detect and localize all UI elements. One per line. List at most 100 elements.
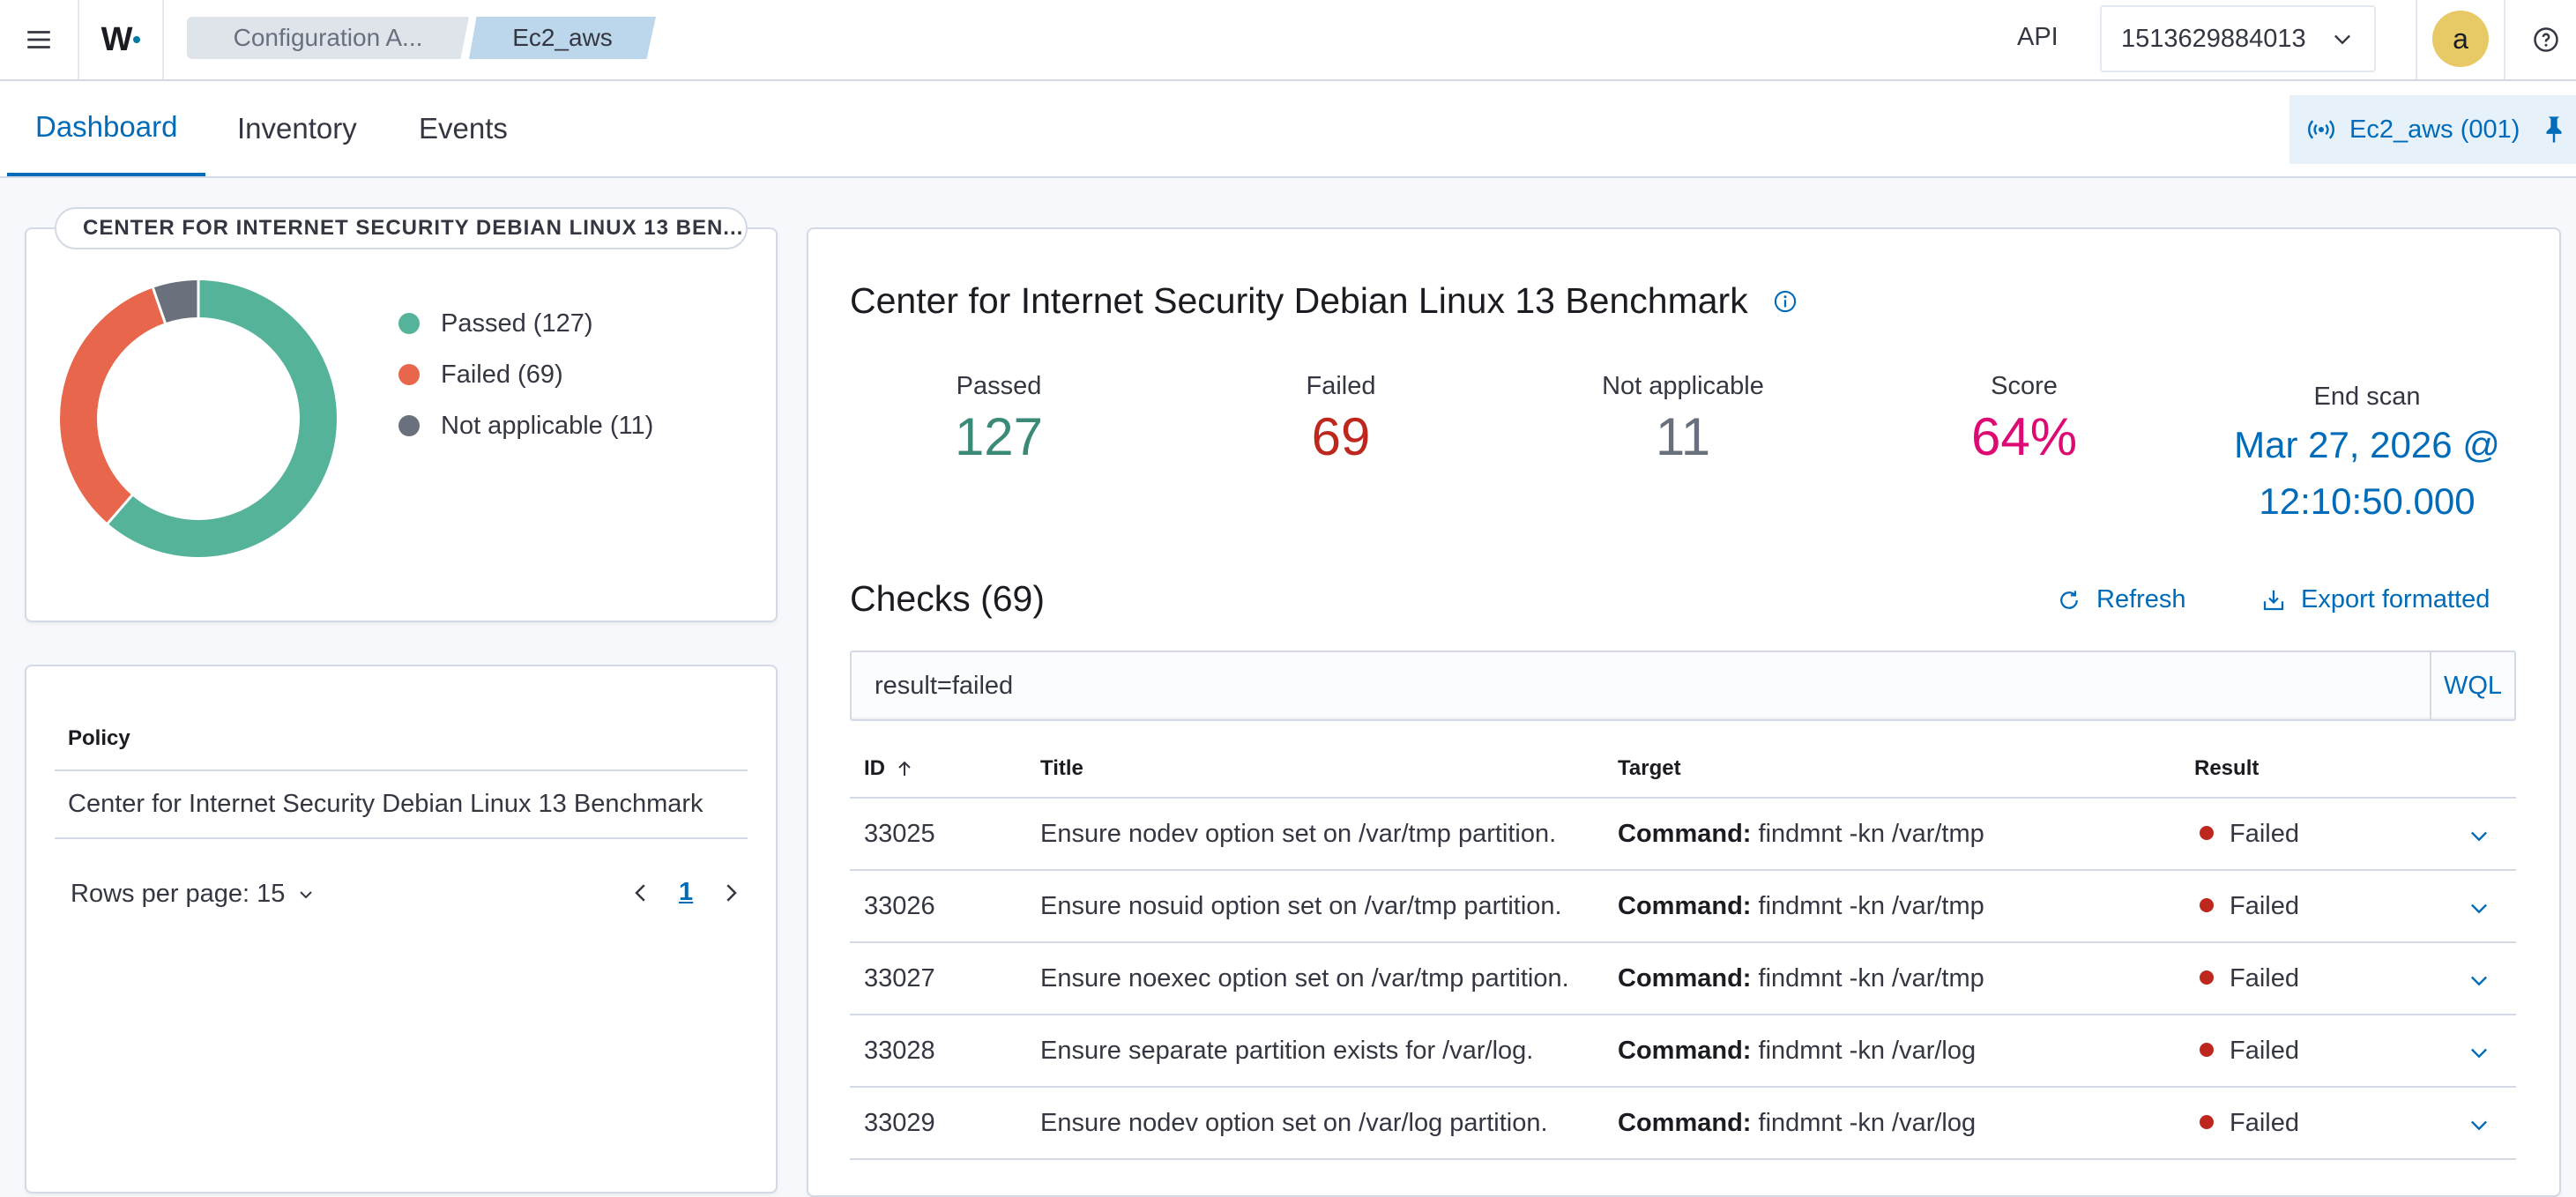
target-value: findmnt -kn /var/log [1758,1109,1977,1137]
agent-pill[interactable]: Ec2_aws (001) [2289,95,2576,164]
wql-button[interactable]: WQL [2430,652,2514,719]
menu-button[interactable] [0,0,79,79]
breadcrumb-agent[interactable]: Ec2_aws [469,17,656,59]
user-avatar[interactable]: a [2432,11,2489,67]
legend-dot-icon [398,364,420,385]
tab-dashboard[interactable]: Dashboard [7,81,206,176]
column-header-result[interactable]: Result [2194,756,2259,781]
table-row[interactable]: 33025 Ensure nodev option set on /var/tmp… [850,799,2516,871]
stat-score: Score 64% [1936,372,2112,466]
info-icon[interactable] [1773,289,1798,314]
pin-icon[interactable] [2541,115,2567,145]
page-number[interactable]: 1 [679,878,693,907]
chevron-right-icon[interactable] [718,880,744,906]
result-label: Failed [2230,1109,2299,1137]
legend-item-not-applicable[interactable]: Not applicable (11) [398,400,653,451]
status-dot-icon [2200,826,2214,841]
tab-inventory[interactable]: Inventory [209,81,385,176]
cell-result: Failed [2200,820,2299,849]
home-logo[interactable]: W [79,0,164,79]
target-value: findmnt -kn /var/tmp [1758,892,1984,920]
expand-row-icon[interactable] [2467,968,2491,993]
expand-row-icon[interactable] [2467,896,2491,920]
cell-target: Command: findmnt -kn /var/log [1618,1109,1976,1138]
tab-events[interactable]: Events [391,81,536,176]
table-row[interactable]: 33029 Ensure nodev option set on /var/log… [850,1088,2516,1160]
cell-id: 33028 [864,1037,935,1065]
status-dot-icon [2200,1115,2214,1130]
cell-result: Failed [2200,1037,2299,1066]
summary-panel-title: CENTER FOR INTERNET SECURITY DEBIAN LINU… [55,207,748,249]
legend-item-failed[interactable]: Failed (69) [398,349,653,400]
cell-id: 33026 [864,892,935,920]
stat-label: Score [1991,372,2058,400]
column-header-id[interactable]: ID [864,756,915,781]
search-input[interactable]: result=failed [875,672,1013,701]
hamburger-icon [27,31,50,48]
export-formatted-button[interactable]: Export formatted [2260,585,2490,614]
expand-row-icon[interactable] [2467,1112,2491,1137]
stat-failed: Failed 69 [1253,372,1429,466]
result-label: Failed [2230,820,2299,848]
cell-title: Ensure nosuid option set on /var/tmp par… [1040,892,1562,920]
stat-end-scan: End scan Mar 27, 2026 @ 12:10:50.000 [2222,383,2513,530]
stat-passed: Passed 127 [911,372,1087,466]
table-row[interactable]: 33026 Ensure nosuid option set on /var/tm… [850,871,2516,943]
stat-value: 64% [1970,407,2078,466]
target-key: Command: [1618,1037,1752,1065]
stat-label: End scan [2313,383,2421,411]
signal-icon [2308,120,2334,139]
breadcrumb-configuration[interactable]: Configuration A... [187,17,469,59]
top-bar: W Configuration A... Ec2_aws API 1513629… [0,0,2576,81]
cell-title: Ensure nodev option set on /var/log part… [1040,1109,1548,1137]
chevron-down-icon [2334,34,2350,45]
stat-label: Passed [956,372,1042,400]
cell-result: Failed [2200,892,2299,921]
result-label: Failed [2230,892,2299,920]
stat-value: 11 [1655,407,1711,466]
api-selector[interactable]: 1513629884013 [2100,5,2376,72]
agent-pill-label: Ec2_aws (001) [2349,115,2520,144]
legend-label: Not applicable (11) [441,411,654,440]
cell-target: Command: findmnt -kn /var/log [1618,1037,1976,1066]
tab-bar: Dashboard Inventory Events Ec2_aws (001) [0,81,2576,178]
column-header-title[interactable]: Title [1040,756,1083,781]
table-row[interactable]: 33028 Ensure separate partition exists fo… [850,1015,2516,1088]
table-header: ID Title Target Result [850,747,2516,799]
refresh-label: Refresh [2096,585,2186,613]
cell-result: Failed [2200,964,2299,993]
column-header-target[interactable]: Target [1618,756,1681,781]
end-scan-time: 12:10:50.000 [2259,480,2475,522]
cell-title: Ensure noexec option set on /var/tmp par… [1040,964,1569,993]
refresh-button[interactable]: Refresh [2056,585,2186,614]
cell-id: 33025 [864,820,935,848]
legend-item-passed[interactable]: Passed (127) [398,298,653,349]
legend-label: Failed (69) [441,360,563,389]
policy-row[interactable]: Center for Internet Security Debian Linu… [68,790,704,819]
status-dot-icon [2200,1043,2214,1058]
divider [55,837,748,839]
stat-value: 127 [954,407,1044,466]
expand-row-icon[interactable] [2467,1040,2491,1065]
table-row[interactable]: 33027 Ensure noexec option set on /var/tm… [850,943,2516,1015]
cell-title: Ensure separate partition exists for /va… [1040,1037,1534,1065]
expand-row-icon[interactable] [2467,823,2491,848]
policy-column-header[interactable]: Policy [68,726,130,751]
api-link[interactable]: API [2017,23,2059,52]
legend-dot-icon [398,313,420,334]
target-key: Command: [1618,820,1752,848]
divider [2416,0,2417,79]
legend-dot-icon [398,415,420,436]
target-key: Command: [1618,964,1752,993]
rows-per-page-select[interactable]: Rows per page: 15 [71,880,316,909]
chevron-down-icon [300,890,313,898]
chevron-left-icon[interactable] [628,880,654,906]
help-icon[interactable] [2533,26,2559,53]
divider [2504,0,2505,79]
logo-text: W [101,20,133,58]
end-scan-date: Mar 27, 2026 @ [2234,424,2500,465]
target-value: findmnt -kn /var/tmp [1758,820,1984,848]
donut-chart [60,279,337,557]
search-bar[interactable]: result=failed WQL [850,651,2516,721]
policy-panel [25,665,778,1193]
